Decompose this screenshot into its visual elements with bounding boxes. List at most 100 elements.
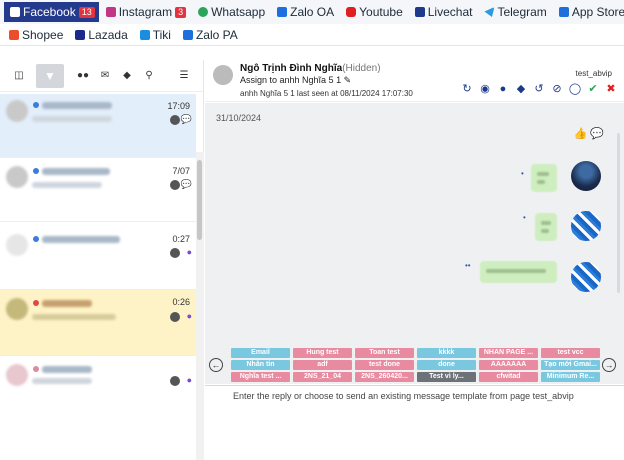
instagram-icon (105, 7, 116, 17)
quick-reply-chip[interactable]: test vcc (541, 348, 600, 358)
quick-reply-chip[interactable]: Email (231, 348, 290, 358)
quick-reply-chip[interactable]: 2NS_260420... (355, 372, 414, 382)
quick-reply-chip[interactable]: Tạo mới Gmai... (541, 360, 600, 370)
app-store-icon (558, 7, 569, 17)
paw-icon[interactable]: ● (496, 83, 510, 95)
chat-scrollbar[interactable] (617, 133, 620, 293)
channel-bar-row-2: Shopee Lazada Tiki Zalo PA (0, 24, 624, 46)
block-icon[interactable]: ⊘ (550, 82, 564, 95)
avatar (6, 298, 28, 320)
quick-reply-chip[interactable]: cfwitad (479, 372, 538, 382)
messenger-icon: ● (186, 311, 192, 321)
conversation-item[interactable]: 17:09 💬 (0, 94, 196, 158)
filter-icon[interactable]: ▼ (36, 63, 64, 88)
messenger-icon: ● (186, 375, 192, 385)
comment-icon[interactable]: ◯ (568, 82, 582, 95)
inbox-icon[interactable]: ◫ (8, 66, 30, 86)
users-icon[interactable]: ●● (72, 66, 94, 86)
quick-reply-chip[interactable]: Hung test (293, 348, 352, 358)
quick-reply-chip[interactable]: Nghĩa test ... (231, 372, 290, 382)
history-icon[interactable]: ↺ (532, 82, 546, 95)
avatar (6, 364, 28, 386)
tags-icon[interactable]: ◆ (514, 82, 528, 95)
assignee-avatar (170, 376, 180, 386)
avatar (6, 234, 28, 256)
mail-filter-icon[interactable]: ✉ (94, 66, 116, 86)
conversation-item[interactable]: 0:26 ● (0, 290, 196, 356)
conversation-time: 0:27 (172, 234, 190, 244)
channel-tab-zalo-oa[interactable]: Zalo OA (272, 3, 339, 21)
telegram-icon (484, 7, 495, 17)
quick-reply-chip[interactable]: Nhân tin (231, 360, 290, 370)
assignee-avatar (170, 180, 180, 190)
refresh-icon[interactable]: ↻ (460, 82, 474, 95)
customer-name[interactable]: Ngô Trịnh Đình Nghĩa(Hidden) (240, 63, 381, 74)
channel-tab-zalo-pa[interactable]: Zalo PA (178, 26, 243, 44)
quick-reply-chip[interactable]: AAAAAAA (479, 360, 538, 370)
assign-label: Assign to anhh Nghĩa 5 1 ✎ (240, 75, 352, 85)
channel-tab-shopee[interactable]: Shopee (4, 26, 68, 44)
youtube-icon (346, 7, 357, 17)
edit-pencil-icon[interactable]: ✎ (344, 75, 352, 85)
arrow-right-icon[interactable]: → (602, 358, 616, 372)
compose-box[interactable]: Enter the reply or choose to send an exi… (205, 385, 624, 401)
conversation-scroll-thumb[interactable] (197, 160, 202, 240)
comment-icon: 💬 (180, 114, 192, 124)
channel-dot (33, 102, 39, 108)
livechat-icon (414, 7, 425, 17)
conversation-time: 0:26 (172, 297, 190, 307)
avatar (6, 100, 28, 122)
conversation-item[interactable]: 0:27 ● (0, 222, 196, 290)
customer-avatar (213, 65, 233, 85)
conversation-time: 7/07 (172, 166, 190, 176)
channel-dot (33, 300, 39, 306)
arrow-left-icon[interactable]: ← (209, 358, 223, 372)
quick-reply-chip[interactable]: 2NS_21_04 (293, 372, 352, 382)
conversation-item[interactable]: ● (0, 356, 196, 400)
unread-badge: 13 (78, 6, 95, 18)
channel-tab-livechat[interactable]: Livechat (410, 3, 478, 21)
close-icon[interactable]: ✖ (604, 82, 618, 95)
channel-tab-tiki[interactable]: Tiki (135, 26, 176, 44)
users-icon[interactable]: ◉ (478, 82, 492, 95)
quick-reply-chip[interactable]: Minimum Re... (541, 372, 600, 382)
quick-reply-chip[interactable]: test done (355, 360, 414, 370)
check-icon[interactable]: ✔ (586, 82, 600, 95)
facebook-icon (10, 7, 20, 17)
assignee-avatar (170, 248, 180, 258)
conversation-panel: ◫ ▼ ●● ✉ ◆ ⚲ ☰ 17:09 💬 7/07 💬 0:27 ● 0:2… (0, 60, 204, 460)
channel-tab-youtube[interactable]: Youtube (341, 3, 408, 21)
comment-icon: 💬 (180, 179, 192, 189)
channel-dot (33, 168, 39, 174)
quick-reply-chip[interactable]: kkkk (417, 348, 476, 358)
agent-avatar (571, 161, 601, 191)
quick-reply-chip[interactable]: Toan test (355, 348, 414, 358)
quick-reply-chip[interactable]: NHAN PAGE ... (479, 348, 538, 358)
quick-reply-chip[interactable]: adf (293, 360, 352, 370)
channel-tab-telegram[interactable]: Telegram (479, 3, 551, 21)
tag-icon[interactable]: ◆ (116, 66, 138, 86)
conversation-toolbar: ◫ ▼ ●● ✉ ◆ ⚲ ☰ (0, 60, 203, 92)
list-view-icon[interactable]: ☰ (173, 66, 195, 86)
lazada-icon (75, 29, 86, 40)
message-bubble (535, 213, 557, 241)
shopee-icon (9, 29, 19, 40)
conversation-time: 17:09 (167, 101, 190, 111)
channel-tab-app-store[interactable]: App Store (554, 3, 624, 21)
quick-reply-chip[interactable]: done (417, 360, 476, 370)
channel-dot (33, 366, 39, 372)
avatar (6, 166, 28, 188)
channel-tab-lazada[interactable]: Lazada (70, 26, 132, 44)
conversation-item[interactable]: 7/07 💬 (0, 158, 196, 222)
channel-tab-whatsapp[interactable]: Whatsapp (193, 3, 270, 21)
assignee-avatar (170, 115, 180, 125)
search-icon[interactable]: ⚲ (138, 66, 160, 86)
message-bubble (480, 261, 557, 283)
like-comment-icons[interactable]: 👍 💬 (574, 127, 604, 140)
channel-dot (33, 236, 39, 242)
quick-reply-chip[interactable]: Test vì ly... (417, 372, 476, 382)
channel-tab-instagram[interactable]: Instagram 3 (101, 3, 191, 21)
messenger-icon: ● (186, 247, 192, 257)
channel-tab-facebook[interactable]: Facebook 13 (4, 2, 99, 22)
chat-header: Ngô Trịnh Đình Nghĩa(Hidden) Assign to a… (205, 60, 624, 102)
